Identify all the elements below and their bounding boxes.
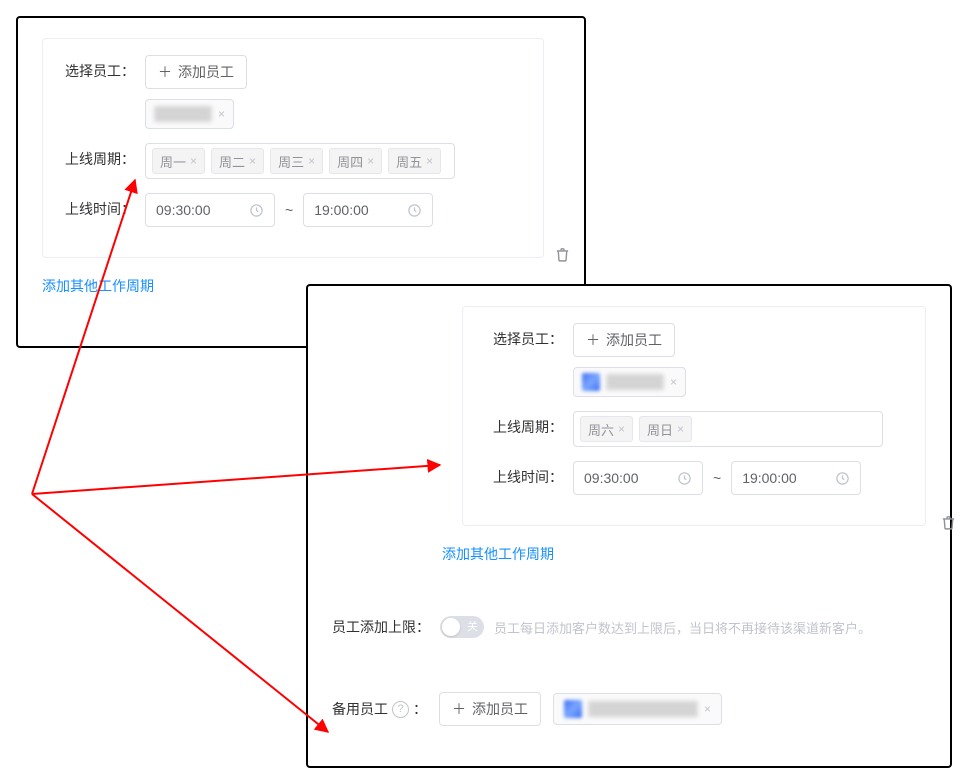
add-employee-button-label: 添加员工 [606, 330, 662, 350]
add-other-cycle-link[interactable]: 添加其他工作周期 [42, 276, 154, 296]
time-range-separator: ~ [275, 193, 303, 227]
cycle-label: 上线周期： [57, 143, 145, 175]
clock-icon [249, 203, 264, 218]
add-employee-button-label: 添加员工 [178, 62, 234, 82]
arrow-to-backup-employee [32, 494, 328, 732]
time-label: 上线时间： [477, 461, 573, 493]
delete-cycle-button[interactable] [940, 514, 957, 531]
time-range-group: 09:30:00 ~ 19:00:00 [145, 193, 433, 227]
time-end-value: 19:00:00 [742, 470, 797, 486]
cycle-tag-fri[interactable]: 周五× [388, 148, 441, 174]
switch-text: 关 [467, 618, 478, 634]
cycle-tag-input[interactable]: 周一× 周二× 周三× 周四× 周五× [145, 143, 455, 179]
time-start-value: 09:30:00 [156, 202, 211, 218]
cycle-tag-sun[interactable]: 周日× [639, 416, 692, 442]
help-icon[interactable]: ? [392, 701, 409, 718]
cycle-tag-thu[interactable]: 周四× [329, 148, 382, 174]
cycle-label: 上线周期： [477, 411, 573, 443]
employee-name-blurred [154, 106, 212, 122]
clock-icon [407, 203, 422, 218]
time-start-input[interactable]: 09:30:00 [573, 461, 703, 495]
add-other-cycle-link[interactable]: 添加其他工作周期 [442, 544, 554, 564]
time-range-separator: ~ [703, 461, 731, 495]
close-icon[interactable]: × [308, 154, 315, 168]
backup-add-employee-button-label: 添加员工 [472, 699, 528, 719]
work-cycle-box-2: 选择员工： ＋ 添加员工 × 上线周期： 周六× [462, 306, 926, 526]
employee-chip[interactable]: × [145, 99, 234, 129]
add-employee-button[interactable]: ＋ 添加员工 [573, 323, 675, 357]
clock-icon [677, 471, 692, 486]
delete-cycle-button[interactable] [554, 246, 571, 263]
employee-name-blurred [588, 701, 698, 717]
cycle-tag-mon[interactable]: 周一× [152, 148, 205, 174]
row-backup-employee: 备用员工 ? ： ＋ 添加员工 × [332, 692, 926, 726]
close-icon[interactable]: × [677, 422, 684, 436]
row-time: 上线时间： 09:30:00 ~ 19:00:00 [477, 461, 911, 495]
add-limit-label: 员工添加上限： [332, 617, 430, 637]
plus-icon: ＋ [586, 333, 600, 347]
clock-icon [835, 471, 850, 486]
backup-employee-label: 备用员工 ? ： [332, 699, 427, 719]
cycle-tag-tue[interactable]: 周二× [211, 148, 264, 174]
row-cycle: 上线周期： 周六× 周日× [477, 411, 911, 447]
row-select-employee: 选择员工： ＋ 添加员工 × [477, 323, 911, 397]
cycle-tag-sat[interactable]: 周六× [580, 416, 633, 442]
plus-icon: ＋ [452, 702, 466, 716]
close-icon[interactable]: × [249, 154, 256, 168]
time-end-value: 19:00:00 [314, 202, 369, 218]
close-icon[interactable]: × [367, 154, 374, 168]
cycle-tag-input[interactable]: 周六× 周日× [573, 411, 883, 447]
close-icon[interactable]: × [618, 422, 625, 436]
time-end-input[interactable]: 19:00:00 [303, 193, 433, 227]
plus-icon: ＋ [158, 65, 172, 79]
time-start-value: 09:30:00 [584, 470, 639, 486]
employee-avatar-blurred [582, 373, 600, 391]
select-employee-label: 选择员工： [57, 55, 145, 87]
close-icon[interactable]: × [670, 375, 677, 389]
panel2-box-align: 选择员工： ＋ 添加员工 × 上线周期： 周六× [332, 306, 926, 526]
add-employee-button[interactable]: ＋ 添加员工 [145, 55, 247, 89]
row-add-limit: 员工添加上限： 关 员工每日添加客户数达到上限后，当日将不再接待该渠道新客户。 [332, 616, 926, 638]
backup-employee-label-text: 备用员工 [332, 699, 388, 719]
close-icon[interactable]: × [704, 702, 711, 716]
row-select-employee: 选择员工： ＋ 添加员工 × [57, 55, 529, 129]
time-range-group: 09:30:00 ~ 19:00:00 [573, 461, 861, 495]
employee-avatar-blurred [564, 700, 582, 718]
row-cycle: 上线周期： 周一× 周二× 周三× 周四× 周五× [57, 143, 529, 179]
work-cycle-panel-2: 选择员工： ＋ 添加员工 × 上线周期： 周六× [306, 284, 952, 768]
add-limit-switch[interactable]: 关 [440, 616, 484, 638]
employee-name-blurred [606, 374, 664, 390]
add-limit-hint: 员工每日添加客户数达到上限后，当日将不再接待该渠道新客户。 [494, 618, 871, 637]
backup-employee-chip[interactable]: × [553, 693, 722, 725]
row-time: 上线时间： 09:30:00 ~ 19:00:00 [57, 193, 529, 227]
work-cycle-box-1: 选择员工： ＋ 添加员工 × 上线周期： 周一× 周二× 周三× 周四× 周五× [42, 38, 544, 258]
cycle-tag-wed[interactable]: 周三× [270, 148, 323, 174]
close-icon[interactable]: × [218, 107, 225, 121]
time-label: 上线时间： [57, 193, 145, 225]
select-employee-value: ＋ 添加员工 × [145, 55, 247, 129]
select-employee-value: ＋ 添加员工 × [573, 323, 686, 397]
backup-add-employee-button[interactable]: ＋ 添加员工 [439, 692, 541, 726]
close-icon[interactable]: × [190, 154, 197, 168]
close-icon[interactable]: × [426, 154, 433, 168]
time-end-input[interactable]: 19:00:00 [731, 461, 861, 495]
select-employee-label: 选择员工： [477, 323, 573, 355]
time-start-input[interactable]: 09:30:00 [145, 193, 275, 227]
employee-chip[interactable]: × [573, 367, 686, 397]
switch-knob [442, 618, 460, 636]
